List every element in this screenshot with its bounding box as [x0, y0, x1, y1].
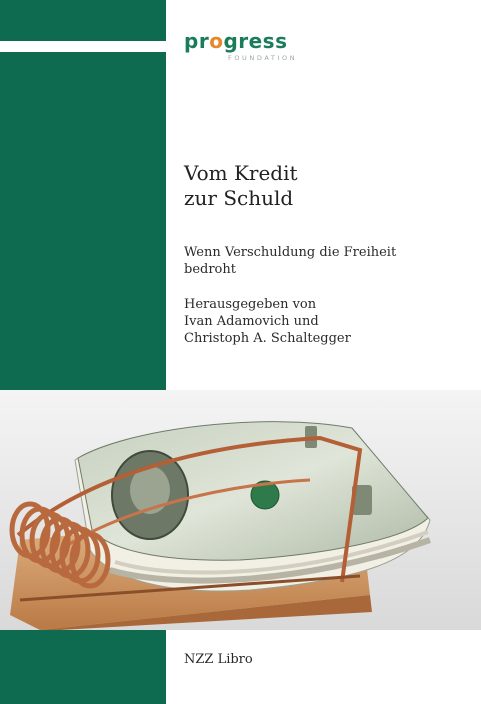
logo-subtitle: FOUNDATION	[228, 54, 298, 62]
editors-line-3: Christoph A. Schaltegger	[184, 331, 351, 346]
logo-word-dot: o	[209, 29, 224, 53]
subtitle-line-1: Wenn Verschuldung die Freiheit	[184, 245, 397, 260]
cover-photo-money-mousetrap	[0, 390, 481, 630]
logo-word-prefix: pr	[184, 29, 210, 53]
green-band-bottom	[0, 630, 166, 704]
title-line-1: Vom Kredit	[184, 161, 298, 185]
white-stripe	[0, 41, 166, 52]
book-subtitle: Wenn Verschuldung die Freiheit bedroht	[184, 244, 396, 278]
publisher-name: NZZ Libro	[184, 652, 253, 667]
green-band-top	[0, 0, 166, 390]
title-line-2: zur Schuld	[184, 186, 294, 210]
subtitle-line-2: bedroht	[184, 262, 236, 277]
editors-line-1: Herausgegeben von	[184, 297, 317, 312]
book-title: Vom Kredit zur Schuld	[184, 161, 298, 211]
book-cover: progress FOUNDATION Vom Kredit zur Schul…	[0, 0, 481, 704]
logo-word-suffix: gress	[223, 29, 288, 53]
editors-credit: Herausgegeben von Ivan Adamovich und Chr…	[184, 296, 351, 347]
logo-wordmark: progress	[184, 31, 297, 51]
editors-line-2: Ivan Adamovich und	[184, 314, 319, 329]
progress-foundation-logo: progress FOUNDATION	[184, 31, 297, 62]
